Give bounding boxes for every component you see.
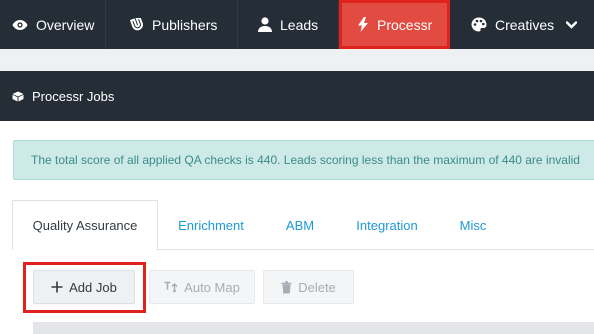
top-navigation: Overview Publishers Leads Processr Creat… (0, 0, 594, 49)
section-title: Processr Jobs (32, 88, 115, 104)
add-job-label: Add Job (69, 279, 117, 295)
magnet-icon (130, 17, 144, 32)
header-gap (0, 49, 594, 71)
tab-label: Integration (356, 217, 418, 233)
auto-map-icon (164, 281, 178, 293)
qa-score-alert: The total score of all applied QA checks… (13, 140, 594, 180)
nav-item-leads[interactable]: Leads (238, 0, 339, 49)
tab-label: Misc (459, 217, 487, 233)
tab-label: Enrichment (178, 217, 244, 233)
bolt-icon (357, 17, 369, 32)
palette-icon (471, 17, 487, 32)
delete-button[interactable]: Delete (263, 270, 354, 304)
nav-item-overview[interactable]: Overview (0, 0, 106, 49)
cubes-icon (12, 91, 24, 102)
tab-label: ABM (285, 217, 315, 233)
tab-abm[interactable]: ABM (264, 200, 336, 250)
nav-item-processr[interactable]: Processr (339, 0, 450, 49)
tab-label: Quality Assurance (32, 218, 138, 233)
tab-enrichment[interactable]: Enrichment (158, 200, 264, 250)
nav-item-label: Publishers (152, 16, 218, 33)
nav-item-creatives[interactable]: Creatives (450, 0, 594, 49)
nav-item-label: Overview (36, 16, 95, 33)
nav-item-publishers[interactable]: Publishers (106, 0, 238, 49)
delete-label: Delete (298, 279, 336, 295)
chevron-down-icon[interactable] (566, 20, 578, 29)
jobs-table-header (33, 322, 594, 334)
add-job-button[interactable]: Add Job (33, 270, 135, 304)
user-icon (258, 17, 272, 32)
section-header: Processr Jobs (0, 71, 594, 121)
plus-icon (51, 281, 63, 293)
trash-icon (281, 280, 292, 294)
tab-bar: Quality Assurance Enrichment ABM Integra… (12, 200, 594, 251)
auto-map-button[interactable]: Auto Map (149, 270, 255, 304)
nav-item-label: Creatives (495, 16, 555, 33)
nav-item-label: Leads (280, 16, 319, 33)
tab-misc[interactable]: Misc (438, 200, 508, 250)
eye-icon (12, 19, 28, 31)
auto-map-label: Auto Map (184, 279, 240, 295)
nav-item-label: Processr (377, 16, 433, 33)
alert-text: The total score of all applied QA checks… (31, 153, 580, 167)
tab-integration[interactable]: Integration (336, 200, 438, 250)
tab-quality-assurance[interactable]: Quality Assurance (12, 200, 158, 251)
